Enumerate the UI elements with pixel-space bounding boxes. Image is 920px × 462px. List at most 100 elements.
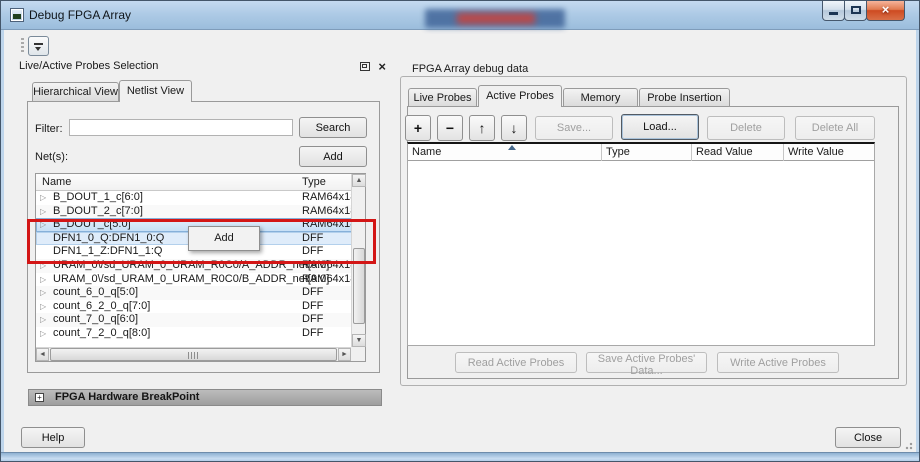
remove-probe-button[interactable]: − bbox=[437, 115, 463, 141]
scrollbar-corner bbox=[351, 347, 365, 361]
net-row[interactable]: ▷B_DOUT_2_c[7:0]RAM64x18 bbox=[36, 205, 352, 219]
net-row[interactable]: ▷URAM_0\/sd_URAM_0_URAM_R0C0/B_ADDR_net[… bbox=[36, 273, 352, 287]
net-type: RAM64x18 bbox=[302, 259, 352, 273]
fpga-hardware-breakpoint-section[interactable]: + FPGA Hardware BreakPoint bbox=[28, 389, 382, 406]
expander-icon[interactable]: ▷ bbox=[40, 218, 46, 232]
horizontal-scroll-thumb[interactable] bbox=[50, 348, 337, 361]
vertical-scroll-thumb[interactable] bbox=[353, 248, 365, 324]
net-name: B_DOUT_1_c[6:0] bbox=[53, 191, 143, 205]
breakpoint-section-label: FPGA Hardware BreakPoint bbox=[55, 391, 199, 403]
net-row[interactable]: ▷ count_7_0_q[6:0] DFF bbox=[36, 313, 352, 327]
write-active-probes-button[interactable]: Write Active Probes bbox=[717, 352, 839, 373]
scroll-down-icon[interactable]: ▼ bbox=[352, 334, 366, 347]
net-type: RAM64x18 bbox=[302, 191, 352, 205]
net-type: DFF bbox=[302, 327, 323, 341]
tab-active-probes[interactable]: Active Probes bbox=[478, 85, 562, 107]
net-type: RAM64x18 bbox=[302, 273, 352, 287]
delete-all-button[interactable]: Delete All bbox=[795, 116, 875, 140]
debug-fpga-array-window: Debug FPGA Array × Live/Active Probes Se… bbox=[0, 0, 920, 462]
expander-icon[interactable]: ▷ bbox=[40, 300, 46, 314]
toolbar-drag-handle[interactable] bbox=[21, 38, 24, 54]
net-name: DFN1_0_Q:DFN1_0:Q bbox=[53, 232, 164, 246]
net-row[interactable]: ▷ URAM_0\/sd_URAM_0_URAM_R0C0/A_ADDR_net[… bbox=[36, 259, 352, 273]
filter-label: Filter: bbox=[35, 123, 63, 135]
tab-live-probes[interactable]: Live Probes bbox=[408, 88, 477, 107]
horizontal-scrollbar[interactable]: ◄ ► bbox=[36, 347, 352, 361]
filter-icon bbox=[34, 43, 43, 45]
netlist-table-header[interactable]: Name Type bbox=[36, 174, 365, 191]
resize-grip[interactable] bbox=[903, 440, 913, 450]
tab-probe-insertion[interactable]: Probe Insertion bbox=[639, 88, 730, 107]
filter-toolbar-button[interactable] bbox=[28, 36, 49, 56]
move-down-button[interactable]: ↓ bbox=[501, 115, 527, 141]
net-name: count_7_2_0_q[8:0] bbox=[53, 327, 150, 341]
close-window-button[interactable]: × bbox=[866, 1, 905, 21]
save-button[interactable]: Save... bbox=[535, 116, 613, 140]
nets-label: Net(s): bbox=[35, 151, 68, 163]
net-row[interactable]: ▷ B_DOUT_1_c[6:0] RAM64x18 bbox=[36, 191, 352, 205]
net-name: DFN1_1_Z:DFN1_1:Q bbox=[53, 245, 162, 259]
vertical-scrollbar[interactable]: ▲ ▼ bbox=[351, 174, 365, 348]
search-button[interactable]: Search bbox=[299, 117, 367, 138]
net-name: URAM_0\/sd_URAM_0_URAM_R0C0/A_ADDR_net[9… bbox=[53, 259, 329, 273]
net-type: DFF bbox=[302, 286, 323, 300]
add-probe-button[interactable]: + bbox=[405, 115, 431, 141]
scroll-right-icon[interactable]: ► bbox=[338, 348, 351, 361]
maximize-button[interactable] bbox=[844, 1, 867, 21]
dock-titlebar: Live/Active Probes Selection × bbox=[15, 58, 386, 76]
tab-netlist-view[interactable]: Netlist View bbox=[119, 80, 192, 102]
netlist-rows: ▷ B_DOUT_1_c[6:0] RAM64x18 ▷ B_DOUT_2_c[7:0]… bbox=[36, 191, 352, 341]
window-border-left bbox=[1, 30, 4, 454]
net-row[interactable]: ▷count_6_0_q[5:0]DFF bbox=[36, 286, 352, 300]
net-type: DFF bbox=[302, 313, 323, 327]
net-type: DFF bbox=[302, 245, 323, 259]
expander-icon[interactable]: ▷ bbox=[40, 327, 46, 341]
column-header-type[interactable]: Type bbox=[302, 176, 326, 188]
net-type: DFF bbox=[302, 300, 323, 314]
scroll-left-icon[interactable]: ◄ bbox=[36, 348, 49, 361]
help-button[interactable]: Help bbox=[21, 427, 85, 448]
minimize-button[interactable] bbox=[822, 1, 845, 21]
scroll-up-icon[interactable]: ▲ bbox=[352, 174, 366, 187]
close-icon: × bbox=[867, 2, 904, 17]
window-title: Debug FPGA Array bbox=[29, 1, 131, 29]
add-net-button[interactable]: Add bbox=[299, 146, 367, 167]
active-probes-table-header[interactable]: Name Type Read Value Write Value bbox=[408, 144, 874, 161]
expander-icon[interactable]: ▷ bbox=[40, 286, 46, 300]
column-header-name[interactable]: Name bbox=[42, 176, 71, 188]
titlebar[interactable]: Debug FPGA Array × bbox=[1, 1, 919, 30]
net-row[interactable]: ▷ count_7_2_0_q[8:0] DFF bbox=[36, 327, 352, 341]
column-header-name[interactable]: Name bbox=[408, 144, 602, 161]
tab-hierarchical-view[interactable]: Hierarchical View bbox=[32, 82, 119, 102]
net-name: count_7_0_q[6:0] bbox=[53, 313, 138, 327]
float-dock-icon[interactable] bbox=[360, 62, 370, 71]
column-header-write-value[interactable]: Write Value bbox=[784, 144, 874, 161]
expand-plus-icon[interactable]: + bbox=[35, 393, 44, 402]
delete-button[interactable]: Delete bbox=[707, 116, 785, 140]
expander-icon[interactable]: ▷ bbox=[40, 259, 46, 273]
expander-icon[interactable]: ▷ bbox=[40, 313, 46, 327]
filter-input[interactable] bbox=[69, 119, 293, 136]
save-active-probes-data-button[interactable]: Save Active Probes' Data... bbox=[586, 352, 707, 373]
move-up-button[interactable]: ↑ bbox=[469, 115, 495, 141]
net-name: B_DOUT_2_c[7:0] bbox=[53, 205, 143, 219]
sort-indicator-icon[interactable] bbox=[508, 145, 516, 150]
net-name: B_DOUT_c[5:0] bbox=[53, 218, 131, 232]
close-button[interactable]: Close bbox=[835, 427, 901, 448]
close-dock-icon[interactable]: × bbox=[378, 59, 386, 74]
expander-icon[interactable]: ▷ bbox=[40, 205, 46, 219]
minimize-icon bbox=[829, 12, 838, 15]
column-header-read-value[interactable]: Read Value bbox=[692, 144, 784, 161]
expander-icon[interactable]: ▷ bbox=[40, 191, 46, 205]
netlist-table: Name Type ▷ B_DOUT_1_c[6:0] RAM64x18 ▷ B_DOU… bbox=[35, 173, 366, 362]
tab-memory-blocks[interactable]: Memory Blocks bbox=[563, 88, 638, 107]
context-menu-item-add[interactable]: Add bbox=[191, 229, 257, 248]
read-active-probes-button[interactable]: Read Active Probes bbox=[455, 352, 577, 373]
column-header-type[interactable]: Type bbox=[602, 144, 692, 161]
expander-icon[interactable]: ▷ bbox=[40, 273, 46, 287]
net-row[interactable]: ▷count_6_2_0_q[7:0]DFF bbox=[36, 300, 352, 314]
group-title: FPGA Array debug data bbox=[408, 63, 532, 75]
app-icon bbox=[10, 8, 24, 22]
dock-title-label: Live/Active Probes Selection bbox=[19, 60, 158, 72]
load-button[interactable]: Load... bbox=[621, 114, 699, 140]
